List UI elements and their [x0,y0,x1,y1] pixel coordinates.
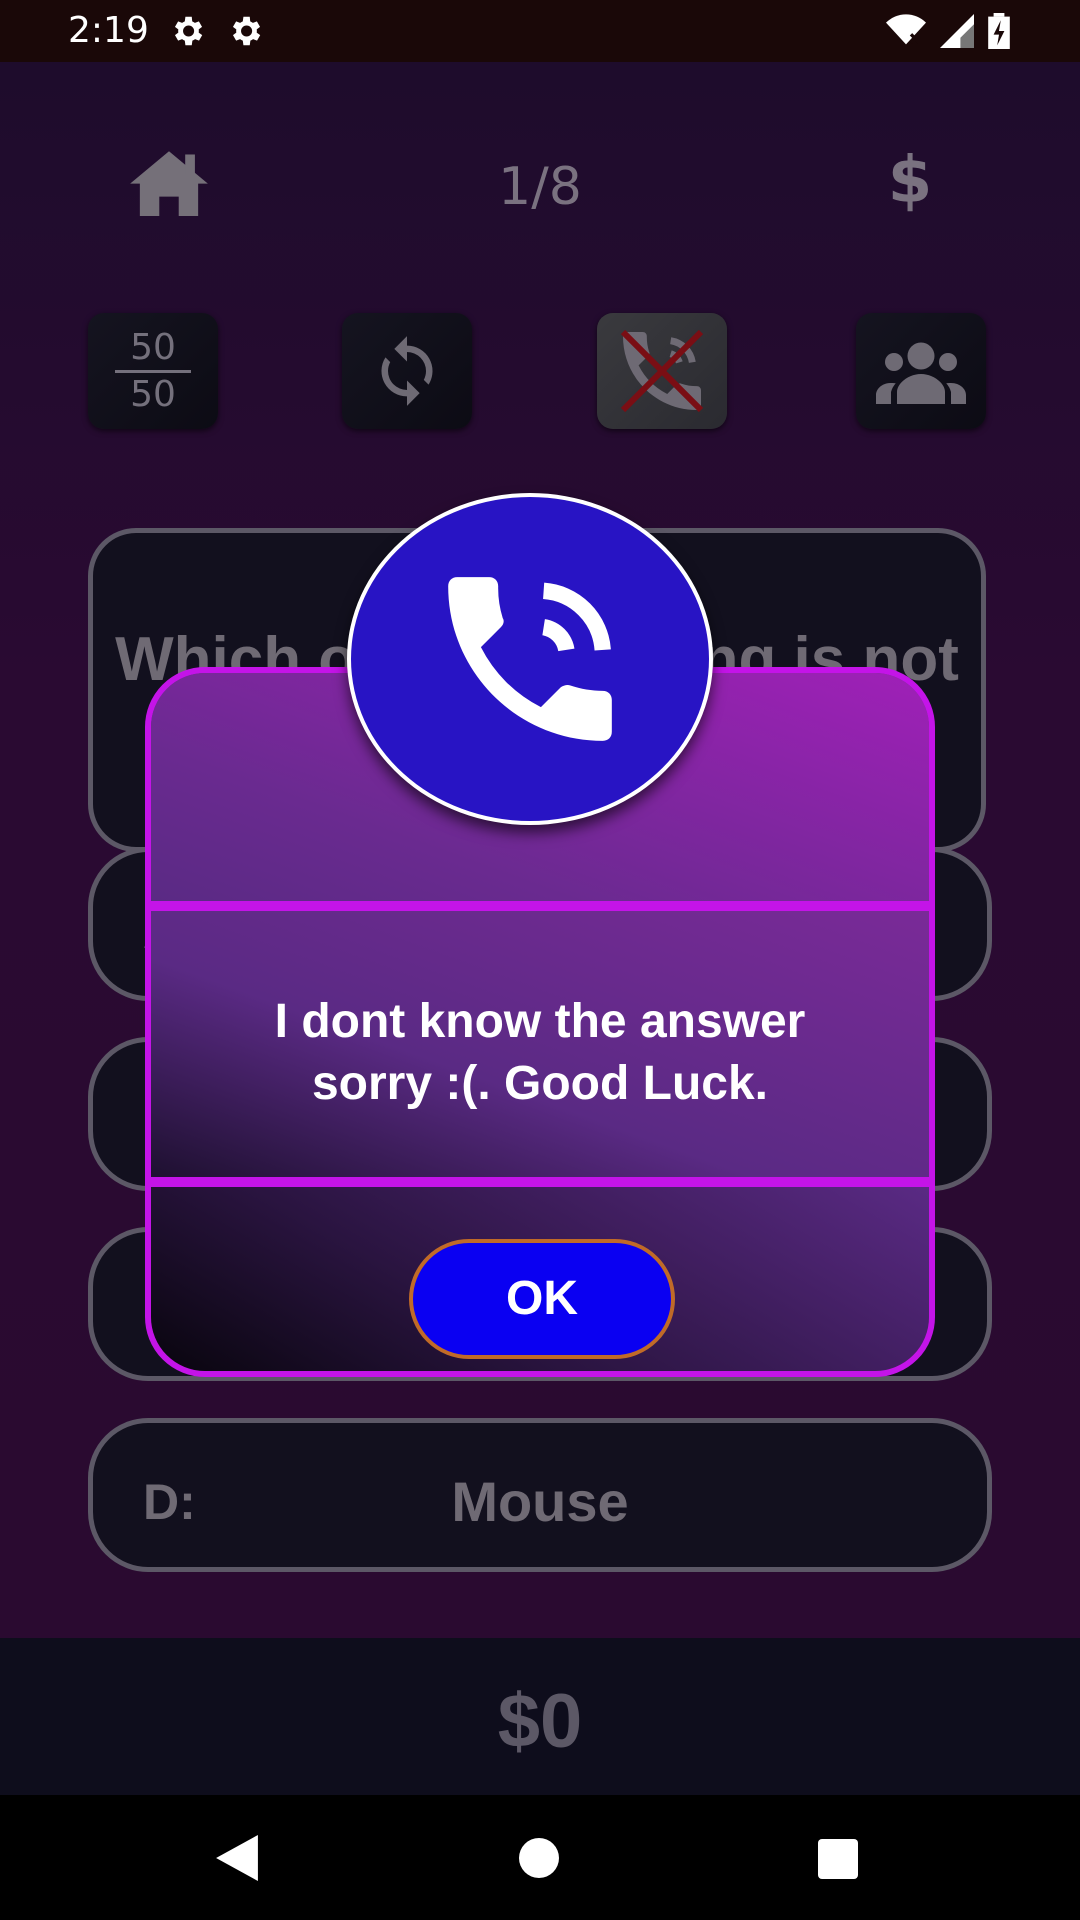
fifty-bottom: 50 [130,373,176,415]
back-icon[interactable] [216,1835,258,1881]
lifeline-fifty-fifty[interactable]: 50 50 [88,313,218,429]
gear-icon [174,16,203,46]
lifeline-phone-used[interactable] [597,313,727,429]
recents-icon[interactable] [818,1839,858,1879]
phone-ringing-icon [448,577,612,741]
ok-button[interactable]: OK [409,1239,675,1359]
navigation-bar [0,1795,1080,1920]
dialog-message: I dont know the answer sorry :(. Good Lu… [191,991,889,1115]
battery-charging-icon [988,13,1010,49]
shop-dollar-icon[interactable]: $ [880,144,940,218]
lifeline-swap-question[interactable] [342,313,472,429]
gear-icon [232,16,261,46]
dialog-footer: OK [151,1187,929,1371]
fifty-top: 50 [130,326,176,368]
wifi-icon [886,14,926,45]
phone-crossed-icon [620,329,704,413]
status-bar: 2:19 [0,0,1080,62]
dialog-message-line1: I dont know the answer [274,995,806,1048]
phone-badge [347,493,713,825]
dialog-message-line2: sorry :(. Good Luck. [311,1057,769,1110]
answer-d[interactable]: D: Mouse [88,1418,992,1572]
dialog-body: I dont know the answer sorry :(. Good Lu… [151,911,929,1177]
fifty-fifty-icon: 50 50 [115,326,191,415]
home-circle-icon[interactable] [519,1838,559,1878]
score-bar: $0 [0,1638,1080,1795]
home-icon[interactable] [130,148,208,216]
answer-text: Mouse [451,1470,629,1533]
status-time: 2:19 [68,10,149,51]
dialog-divider [151,901,929,911]
audience-icon [876,342,966,404]
lifeline-ask-audience[interactable] [856,313,986,429]
refresh-icon [381,336,433,406]
dialog-divider [151,1177,929,1187]
question-progress: 1/8 [498,157,582,217]
score-value: $0 [497,1679,583,1764]
signal-icon [940,14,974,48]
